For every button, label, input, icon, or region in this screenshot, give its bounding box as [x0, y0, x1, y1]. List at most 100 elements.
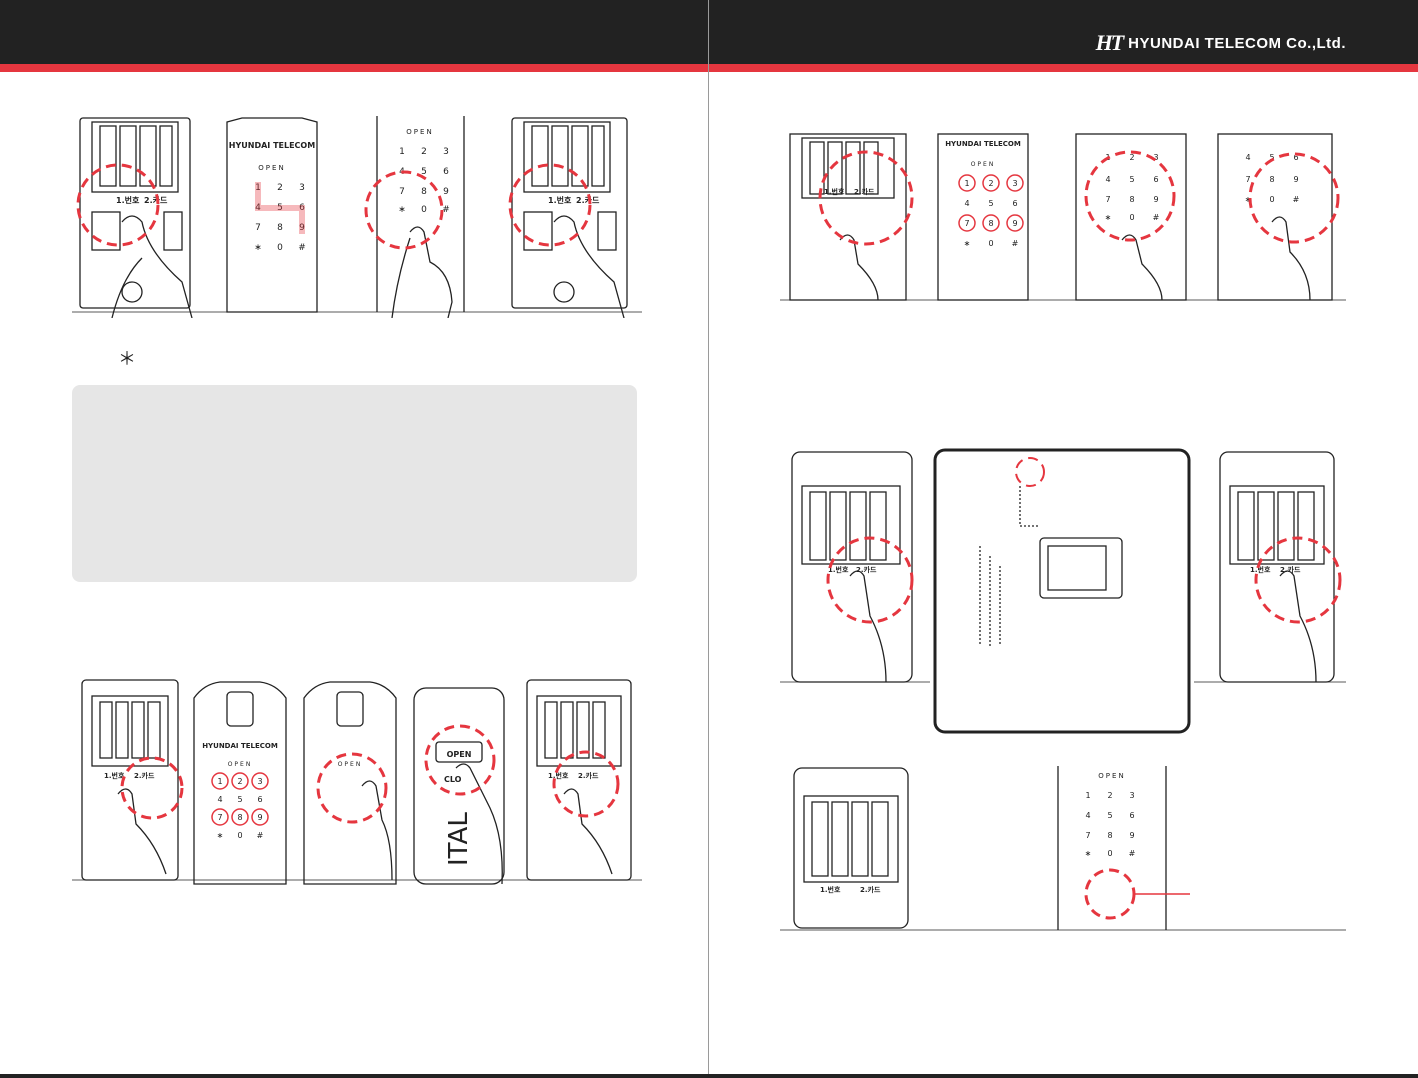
svg-text:8: 8	[277, 223, 283, 233]
svg-text:9: 9	[1012, 219, 1017, 228]
device-side-text: ITAL	[444, 812, 474, 866]
svg-text:0: 0	[277, 243, 283, 253]
svg-text:9: 9	[1129, 831, 1134, 840]
svg-text:#: #	[1012, 239, 1019, 248]
illustration-row-password-register: HYUNDAI TELECOM OPEN 123 456 789 ∗ 0 # OPE…	[72, 116, 642, 318]
svg-text:4: 4	[964, 199, 969, 208]
svg-text:8: 8	[1107, 831, 1112, 840]
svg-text:0: 0	[1129, 213, 1134, 222]
svg-text:5: 5	[1107, 811, 1112, 820]
svg-text:2: 2	[421, 147, 427, 157]
svg-text:2: 2	[988, 179, 993, 188]
illustration-row-right-1: HYUNDAI TELECOM OPEN 123 456 789 ∗ 0 # 123…	[780, 133, 1346, 301]
slot-number-label-2: 1.번호	[548, 195, 572, 205]
open-button-label: OPEN	[447, 750, 472, 759]
svg-text:#: #	[298, 243, 306, 253]
svg-text:2: 2	[237, 777, 242, 786]
device-open-label: OPEN	[258, 164, 285, 172]
svg-text:1: 1	[217, 777, 222, 786]
svg-text:0: 0	[1269, 195, 1274, 204]
brand-logo: HT	[1095, 30, 1125, 55]
svg-text:#: #	[257, 831, 264, 840]
svg-text:9: 9	[1293, 175, 1298, 184]
svg-text:∗: ∗	[1105, 213, 1112, 222]
svg-text:1: 1	[399, 147, 405, 157]
svg-text:4: 4	[1085, 811, 1090, 820]
svg-text:7: 7	[1245, 175, 1250, 184]
device-open-label-2: OPEN	[406, 128, 433, 136]
svg-text:#: #	[1129, 849, 1136, 858]
svg-text:1: 1	[964, 179, 969, 188]
company-brand: HT HYUNDAI TELECOM Co.,Ltd.	[1095, 30, 1346, 55]
svg-text:∗: ∗	[398, 205, 406, 215]
brand-name: HYUNDAI TELECOM Co.,Ltd.	[1128, 34, 1346, 52]
slot-number-label-7: 1.번호	[1250, 565, 1271, 574]
device-open-label-4: OPEN	[338, 761, 363, 768]
keypad-keys-7: 1 2 3 4 5 6 7 8 9 ∗ 0 #	[1085, 791, 1136, 858]
svg-text:2: 2	[277, 183, 283, 193]
svg-text:2: 2	[1107, 791, 1112, 800]
note-box	[72, 385, 637, 582]
svg-text:8: 8	[421, 187, 427, 197]
svg-text:4: 4	[1245, 153, 1250, 162]
slot-number-label-8: 1.번호	[820, 885, 841, 894]
slot-card-label-6: 2.카드	[856, 565, 877, 574]
svg-text:0: 0	[237, 831, 242, 840]
svg-text:5: 5	[988, 199, 993, 208]
illustration-row-right-3: OPEN 1 2 3 4 5 6 7 8 9 ∗ 0 # 1.번호 2.카드	[780, 766, 1346, 931]
svg-text:5: 5	[1129, 175, 1134, 184]
svg-text:3: 3	[257, 777, 262, 786]
highlight-circle	[120, 756, 184, 820]
svg-text:8: 8	[988, 219, 993, 228]
svg-text:8: 8	[1129, 195, 1134, 204]
slot-number-label-5: 1.번호	[824, 187, 845, 196]
svg-text:5: 5	[237, 795, 242, 804]
svg-text:8: 8	[237, 813, 242, 822]
slot-card-label-3: 2.카드	[134, 771, 155, 780]
highlight-circle	[1084, 868, 1136, 920]
slot-card-label-8: 2.카드	[860, 885, 881, 894]
svg-text:9: 9	[1153, 195, 1158, 204]
svg-text:2: 2	[1129, 153, 1134, 162]
device-brand-label: HYUNDAI TELECOM	[229, 141, 315, 150]
svg-text:0: 0	[988, 239, 993, 248]
highlight-circle	[552, 750, 620, 818]
page-footer-bar	[0, 1074, 1418, 1078]
device-brand-label-4: HYUNDAI TELECOM	[945, 140, 1021, 148]
slot-number-label: 1.번호	[116, 195, 140, 205]
slot-card-label-7: 2.카드	[1280, 565, 1301, 574]
slot-card-label-5: 2.카드	[854, 187, 875, 196]
slot-number-label-4: 1.번호	[548, 771, 569, 780]
svg-text:6: 6	[1153, 175, 1158, 184]
svg-text:0: 0	[1107, 849, 1112, 858]
svg-text:∗: ∗	[254, 243, 262, 253]
svg-text:#: #	[1153, 213, 1160, 222]
svg-text:4: 4	[217, 795, 222, 804]
svg-text:∗: ∗	[217, 831, 224, 840]
svg-text:∗: ∗	[964, 239, 971, 248]
keypad-keys-1: 123 456 789 ∗ 0 #	[254, 183, 306, 253]
illustration-row-card-register: HYUNDAI TELECOM OPEN OPEN 1 2 3 4 5 6 7 8 9 ∗ 0…	[72, 679, 642, 885]
device-brand-label-3: HYUNDAI TELECOM	[202, 742, 278, 750]
highlight-circle	[508, 163, 592, 247]
slot-number-label-3: 1.번호	[104, 771, 125, 780]
svg-text:7: 7	[255, 223, 261, 233]
device-open-label-5: OPEN	[971, 161, 996, 168]
svg-text:9: 9	[443, 187, 449, 197]
svg-text:0: 0	[421, 205, 427, 215]
battery-panel-2	[511, 117, 628, 318]
svg-text:3: 3	[1129, 791, 1134, 800]
svg-text:7: 7	[1085, 831, 1090, 840]
header-accent-bar	[0, 64, 1418, 72]
svg-text:7: 7	[1105, 195, 1110, 204]
svg-text:4: 4	[1105, 175, 1110, 184]
svg-text:6: 6	[443, 167, 449, 177]
page-spread-divider	[708, 0, 709, 1078]
svg-text:9: 9	[257, 813, 262, 822]
svg-text:7: 7	[217, 813, 222, 822]
keypad-keys-5: 123 456 789 ∗ 0 #	[1105, 153, 1160, 222]
svg-text:3: 3	[443, 147, 449, 157]
svg-text:1: 1	[1085, 791, 1090, 800]
svg-text:3: 3	[299, 183, 305, 193]
svg-text:3: 3	[1012, 179, 1017, 188]
